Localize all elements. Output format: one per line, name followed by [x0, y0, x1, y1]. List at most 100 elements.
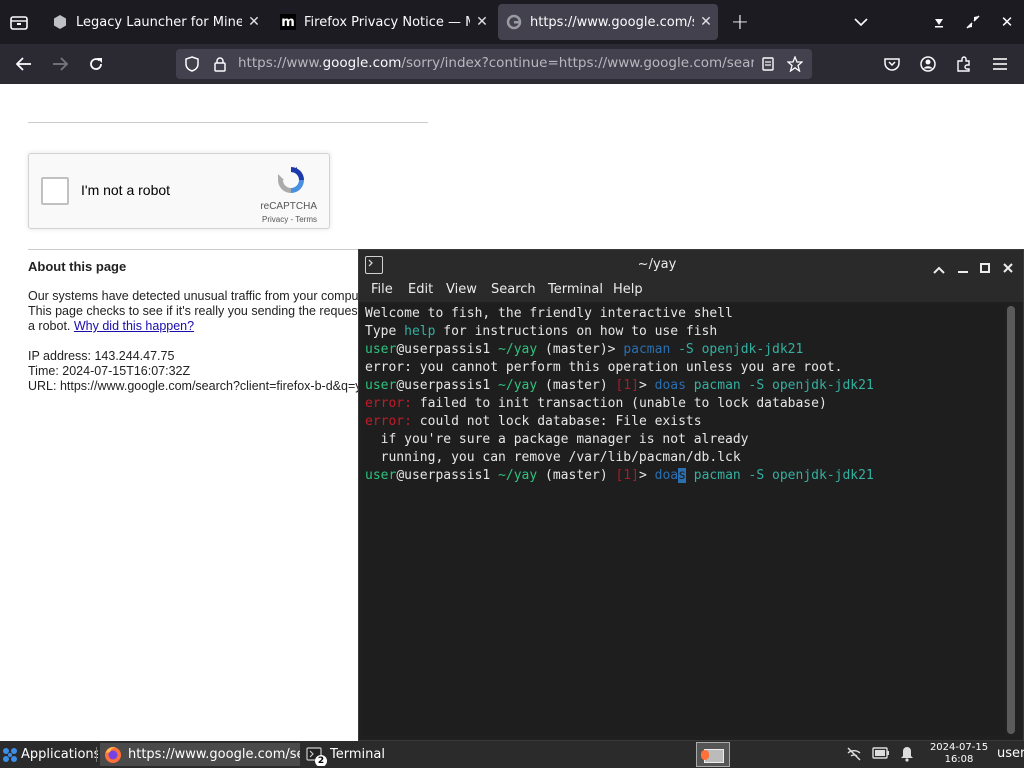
applications-menu[interactable]: Applications	[2, 743, 98, 766]
hamburger-menu-icon[interactable]	[988, 54, 1012, 74]
new-tab-button[interactable]: +	[728, 10, 752, 35]
workspace-switcher[interactable]	[696, 742, 730, 767]
recaptcha-checkbox[interactable]	[41, 177, 69, 205]
recaptcha-widget: I'm not a robot reCAPTCHA Privacy - Term…	[28, 153, 330, 229]
terminal-window: ~/yay File Edit View Search Terminal Hel…	[358, 249, 1024, 741]
bookmark-star-icon[interactable]	[784, 54, 806, 74]
back-arrow-icon[interactable]	[12, 54, 36, 74]
prompt-branch: (master)	[537, 468, 608, 483]
lock-icon[interactable]	[210, 55, 230, 73]
terminal-line: error: could not lock database: File exi…	[365, 413, 702, 431]
google-g-icon	[506, 14, 522, 30]
browser-nav-bar: https://www.google.com/sorry/index?conti…	[0, 44, 1024, 84]
maximize-icon[interactable]	[979, 259, 993, 273]
error-text: failed to init transaction (unable to lo…	[411, 396, 827, 411]
terminal-output[interactable]: Welcome to fish, the friendly interactiv…	[361, 304, 1005, 736]
prompt-host: @userpassis1	[396, 468, 499, 483]
terminal-line: user@userpassis1 ~/yay (master) [1]> doa…	[365, 467, 874, 485]
minimize-window-icon[interactable]	[928, 12, 950, 32]
menu-file[interactable]: File	[371, 282, 393, 297]
command-doas: doas	[654, 378, 686, 393]
url-text[interactable]: https://www.google.com/sorry/index?conti…	[238, 55, 754, 71]
command-partial: doa	[654, 468, 679, 483]
taskbar-terminal[interactable]: 2 Terminal	[302, 743, 500, 766]
reader-view-icon[interactable]	[758, 55, 778, 73]
menu-terminal[interactable]: Terminal	[548, 282, 603, 297]
user-menu[interactable]: user	[997, 746, 1024, 761]
terminal-task-label: Terminal	[330, 747, 385, 762]
close-window-icon[interactable]: ✕	[996, 12, 1018, 32]
why-did-this-happen-link[interactable]: Why did this happen?	[74, 319, 194, 333]
pocket-icon[interactable]	[880, 54, 904, 74]
prompt-status: [1]	[607, 378, 639, 393]
url-path: /sorry/index?continue=https://www.google…	[401, 55, 754, 71]
recaptcha-brand: reCAPTCHA	[260, 201, 317, 212]
close-icon[interactable]	[1002, 259, 1016, 273]
command-pacman: pacman	[623, 342, 671, 357]
menu-edit[interactable]: Edit	[408, 282, 433, 297]
tab-firefox-privacy[interactable]: m Firefox Privacy Notice — Mozilla ✕	[272, 4, 494, 40]
error-label: error:	[365, 414, 412, 429]
close-tab-icon[interactable]: ✕	[242, 14, 266, 30]
prompt-user: user	[365, 378, 397, 393]
maximize-up-icon[interactable]	[933, 259, 947, 274]
tab-overview-icon[interactable]	[8, 12, 30, 32]
xfce-logo-icon	[2, 747, 18, 763]
terminal-scrollbar-thumb[interactable]	[1007, 306, 1015, 734]
prompt-user: user	[365, 468, 397, 483]
prompt-dir: ~/yay	[498, 342, 538, 357]
error-label: error:	[365, 396, 412, 411]
command-args: -S openjdk-jdk21	[670, 342, 804, 357]
prompt-status: [1]	[607, 468, 639, 483]
account-icon[interactable]	[916, 54, 940, 74]
tab-google-search[interactable]: https://www.google.com/search ✕	[498, 4, 718, 40]
restore-window-icon[interactable]	[962, 12, 984, 32]
clock-time[interactable]: 16:08	[926, 754, 992, 766]
minimize-icon[interactable]	[957, 259, 971, 273]
forward-arrow-icon[interactable]	[48, 54, 72, 74]
notification-bell-icon[interactable]	[900, 746, 918, 764]
terminal-menubar: File Edit View Search Terminal Help	[359, 280, 1023, 302]
prompt-user: user	[365, 342, 397, 357]
request-time: Time: 2024-07-15T16:07:32Z	[28, 364, 191, 378]
recaptcha-privacy-terms[interactable]: Privacy - Terms	[262, 215, 317, 224]
network-disconnected-icon[interactable]	[846, 746, 864, 764]
list-all-tabs-icon[interactable]	[850, 12, 872, 32]
terminal-line: error: failed to init transaction (unabl…	[365, 395, 827, 413]
ip-address: IP address: 143.244.47.75	[28, 349, 175, 363]
menu-view[interactable]: View	[446, 282, 477, 297]
taskbar-firefox[interactable]: https://www.google.com/se...	[100, 743, 300, 766]
terminal-titlebar[interactable]: ~/yay	[359, 250, 1023, 280]
url-bar[interactable]: https://www.google.com/sorry/index?conti…	[176, 49, 812, 79]
prompt-host: @userpassis1	[396, 342, 499, 357]
recaptcha-logo-icon	[275, 164, 307, 196]
extensions-puzzle-icon[interactable]	[952, 54, 976, 74]
recaptcha-label: I'm not a robot	[81, 182, 171, 198]
battery-icon[interactable]	[872, 747, 892, 763]
browser-tab-bar: Legacy Launcher for Minecraft ✕ m Firefo…	[0, 0, 1024, 44]
error-text: could not lock database: File exists	[411, 414, 702, 429]
terminal-title: ~/yay	[637, 257, 677, 272]
hexagon-icon	[52, 14, 68, 30]
prompt-host: @userpassis1	[396, 378, 499, 393]
firefox-task-label: https://www.google.com/se...	[128, 747, 300, 762]
reload-icon[interactable]	[84, 54, 108, 74]
menu-search[interactable]: Search	[491, 282, 536, 297]
tab-legacy-launcher[interactable]: Legacy Launcher for Minecraft ✕	[44, 4, 266, 40]
url-prefix: https://www.	[238, 55, 323, 71]
explanation-line-3: a robot. Why did this happen?	[28, 319, 194, 333]
prompt-end: >	[638, 378, 655, 393]
clock-date[interactable]: 2024-07-15	[926, 742, 992, 754]
firefox-icon	[104, 746, 122, 764]
tracking-shield-icon[interactable]	[182, 55, 202, 73]
terminal-line: user@userpassis1 ~/yay (master) [1]> doa…	[365, 377, 874, 395]
prompt-end: >	[638, 468, 655, 483]
welcome-text: Welcome to fish, the friendly interactiv…	[365, 306, 733, 321]
tab-title: https://www.google.com/search	[530, 14, 694, 30]
close-tab-icon[interactable]: ✕	[694, 14, 718, 30]
mozilla-m-icon: m	[280, 14, 296, 30]
explanation-prefix: a robot.	[28, 319, 74, 333]
menu-help[interactable]: Help	[613, 282, 643, 297]
close-tab-icon[interactable]: ✕	[470, 14, 494, 30]
about-heading: About this page	[28, 259, 127, 274]
